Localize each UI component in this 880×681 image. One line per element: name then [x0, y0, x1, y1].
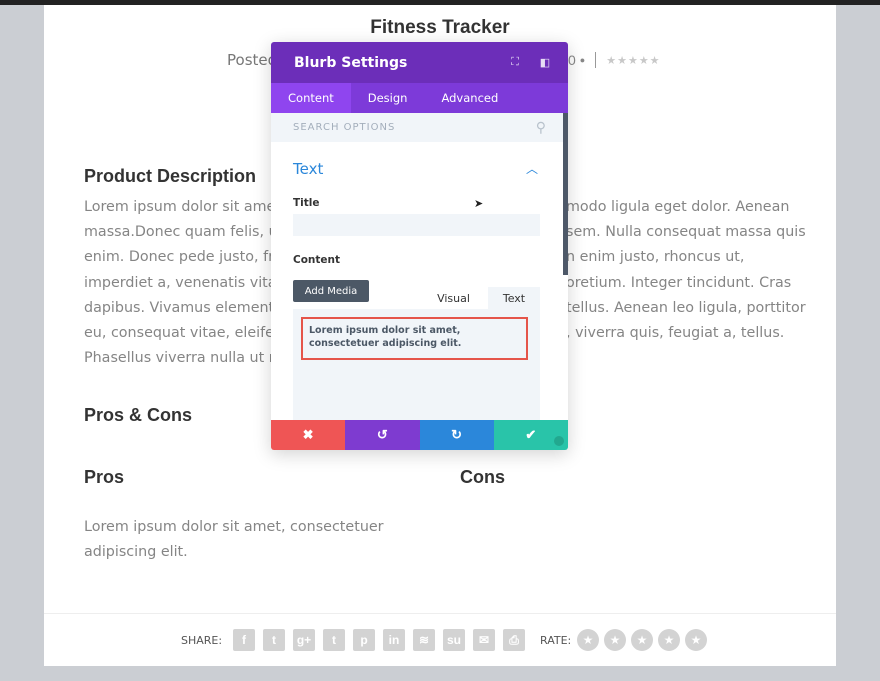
text-line: sem. Nulla consequat massa quis — [566, 224, 806, 241]
modal-title: Blurb Settings — [294, 54, 408, 71]
title-input[interactable] — [293, 214, 540, 236]
tab-advanced[interactable]: Advanced — [424, 83, 515, 113]
post-rating-stars-icon: ★★★★★ — [606, 54, 661, 67]
add-media-button[interactable]: Add Media — [293, 280, 369, 302]
modal-body: Text ︿ Title ➤ Content Add Media Visual … — [271, 113, 568, 420]
close-icon: ✖ — [302, 427, 314, 442]
rate-stars: ★ ★ ★ ★ ★ — [577, 629, 707, 651]
footer-divider — [44, 613, 836, 614]
modal-footer: ✖ ↺ ↻ ✔ — [271, 420, 568, 450]
text-line: oretium. Integer tincidunt. Cras — [566, 274, 792, 291]
text-section-header[interactable]: Text — [293, 160, 323, 178]
undo-button[interactable]: ↺ — [345, 420, 420, 450]
text-line: tellus. Aenean leo ligula, porttitor — [566, 299, 806, 316]
text-line: Phasellus viverra nulla ut m — [84, 350, 283, 367]
fullscreen-icon[interactable]: ⛶ — [500, 56, 530, 69]
stumbleupon-icon[interactable]: su — [443, 629, 465, 651]
comment-icon: ● — [579, 55, 586, 65]
text-line: massa.Donec quam felis, ul — [84, 224, 282, 241]
tab-content[interactable]: Content — [271, 83, 351, 113]
content-label: Content — [293, 254, 341, 266]
email-icon[interactable]: ✉ — [473, 629, 495, 651]
text-line: enim. Donec pede justo, fri — [84, 249, 278, 266]
cancel-button[interactable]: ✖ — [271, 420, 346, 450]
search-row: ⚲ — [271, 113, 568, 142]
sidebar-toggle-icon[interactable]: ◧ — [530, 56, 560, 69]
facebook-icon[interactable]: f — [233, 629, 255, 651]
blurb-settings-modal: Blurb Settings ⛶ ◧ Content Design Advanc… — [271, 42, 568, 450]
pros-text: Lorem ipsum dolor sit amet, consectetuer… — [84, 515, 384, 565]
text-line: Lorem ipsum dolor sit amet — [84, 199, 281, 215]
redo-icon: ↻ — [451, 427, 463, 442]
share-label: SHARE: — [181, 634, 223, 647]
mouse-cursor-icon: ➤ — [474, 198, 484, 210]
rate-star-3-icon[interactable]: ★ — [631, 629, 653, 651]
search-icon[interactable]: ⚲ — [536, 119, 546, 136]
post-title: Fitness Tracker — [370, 17, 510, 38]
print-icon[interactable]: ⎙ — [503, 629, 525, 651]
pinterest-icon[interactable]: p — [353, 629, 375, 651]
comment-count[interactable]: 0 — [568, 52, 576, 68]
search-options-input[interactable] — [293, 122, 493, 133]
modal-scrollbar[interactable] — [563, 113, 568, 275]
content-editor[interactable]: Lorem ipsum dolor sit amet, consectetuer… — [293, 309, 540, 420]
text-line: modo ligula eget dolor. Aenean — [566, 199, 790, 215]
save-button[interactable]: ✔ — [493, 420, 568, 450]
editor-tab-text[interactable]: Text — [488, 287, 540, 309]
text-line: adipiscing elit. — [84, 544, 188, 561]
pros-cons-heading: Pros & Cons — [84, 405, 193, 425]
rate-label: RATE: — [540, 634, 572, 647]
modal-tabs: Content Design Advanced — [271, 83, 568, 113]
post-meta: Posted — [227, 51, 278, 69]
resize-handle-icon[interactable] — [554, 436, 564, 446]
text-line: , viverra quis, feugiat a, tellus. — [566, 325, 785, 342]
editor-content-text[interactable]: Lorem ipsum dolor sit amet, consectetuer… — [301, 317, 528, 360]
cons-heading: Cons — [460, 467, 505, 487]
rate-star-5-icon[interactable]: ★ — [685, 629, 707, 651]
redo-button[interactable]: ↻ — [419, 420, 494, 450]
text-line: n enim justo, rhoncus ut, — [566, 249, 745, 266]
linkedin-icon[interactable]: in — [383, 629, 405, 651]
rate-star-1-icon[interactable]: ★ — [577, 629, 599, 651]
chevron-up-icon[interactable]: ︿ — [526, 160, 538, 177]
rate-star-2-icon[interactable]: ★ — [604, 629, 626, 651]
google-plus-icon[interactable]: g+ — [293, 629, 315, 651]
meta-divider — [595, 52, 597, 68]
post-meta-right: 0 ● ★★★★★ — [568, 52, 661, 68]
title-label: Title — [293, 197, 320, 209]
pros-heading: Pros — [84, 467, 125, 487]
product-description-heading: Product Description — [84, 166, 257, 186]
text-line: eu, consequat vitae, eleifen — [84, 325, 284, 342]
editor-tab-visual[interactable]: Visual — [423, 287, 484, 309]
text-line: dapibus. Vivamus elementu — [84, 299, 284, 316]
product-description-text-left: Lorem ipsum dolor sit amet massa.Donec q… — [84, 195, 285, 371]
buffer-icon[interactable]: ≋ — [413, 629, 435, 651]
modal-header[interactable]: Blurb Settings ⛶ ◧ — [271, 42, 568, 83]
text-line: Lorem ipsum dolor sit amet, consectetuer — [84, 519, 384, 535]
twitter-icon[interactable]: t — [263, 629, 285, 651]
undo-icon: ↺ — [376, 427, 388, 442]
tumblr-icon[interactable]: t — [323, 629, 345, 651]
check-icon: ✔ — [525, 427, 537, 442]
rate-star-4-icon[interactable]: ★ — [658, 629, 680, 651]
tab-design[interactable]: Design — [351, 83, 425, 113]
product-description-text-right: modo ligula eget dolor. Aenean sem. Null… — [566, 195, 806, 346]
share-icons: f t g+ t p in ≋ su ✉ ⎙ — [233, 629, 525, 651]
text-line: imperdiet a, venenatis vitae — [84, 274, 286, 291]
